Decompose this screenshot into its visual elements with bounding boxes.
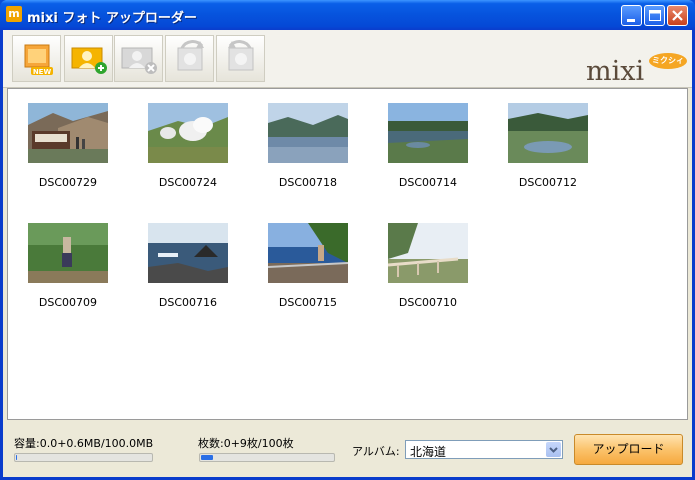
photo-item[interactable]: DSC00710 [378,223,478,319]
uploader-window: m mixi フォト アップローダー NEW mixi ミクシィ DSC0072… [0,0,695,480]
photo-item[interactable]: DSC00712 [498,103,598,199]
rotate-left-button[interactable] [165,35,214,82]
upload-button[interactable]: アップロード [574,434,683,465]
photo-item[interactable]: DSC00718 [258,103,358,199]
rotate-left-icon [177,40,204,71]
maximize-button[interactable] [644,5,665,26]
close-button[interactable] [667,5,688,26]
maximize-icon [649,10,661,21]
add-photo-icon [71,47,107,74]
photo-thumbnail[interactable] [388,103,468,163]
toolbar: NEW mixi ミクシィ [3,30,692,88]
status-bar: 容量:0.0+0.6MB/100.0MB 枚数:0+9枚/100枚 アルバム: … [3,423,692,477]
rotate-right-button[interactable] [216,35,265,82]
album-select-value: 北海道 [410,445,447,459]
capacity-progress-fill [16,455,17,460]
count-progress-fill [201,455,213,460]
new-album-icon: NEW [24,44,53,76]
count-label: 枚数:0+9枚/100枚 [198,437,294,450]
photo-name: DSC00710 [398,296,458,309]
photo-item[interactable]: DSC00724 [138,103,238,199]
close-icon [672,10,683,21]
photo-thumbnail[interactable] [268,223,348,283]
capacity-label: 容量:0.0+0.6MB/100.0MB [14,437,154,450]
album-label: アルバム: [352,445,400,458]
photo-thumbnail[interactable] [508,103,588,163]
mixi-app-icon: m [6,6,22,22]
album-select[interactable]: 北海道 [405,440,563,459]
dropdown-arrow-button[interactable] [546,442,561,457]
photo-item[interactable]: DSC00716 [138,223,238,319]
remove-photo-button[interactable] [114,35,163,82]
logo-badge: ミクシィ [649,53,687,69]
photo-grid[interactable]: DSC00729 DSC00724 DSC00718 DSC00714 DSC0… [7,88,688,420]
minimize-button[interactable] [621,5,642,26]
photo-name: DSC00709 [38,296,98,309]
photo-name: DSC00715 [278,296,338,309]
capacity-progress-bar [14,453,153,462]
photo-item[interactable]: DSC00715 [258,223,358,319]
photo-name: DSC00718 [278,176,338,189]
mixi-logo: mixi ミクシィ [583,50,689,90]
photo-item[interactable]: DSC00729 [18,103,118,199]
chevron-down-icon [549,447,558,453]
photo-thumbnail[interactable] [148,223,228,283]
svg-text:NEW: NEW [33,68,52,76]
photo-thumbnail[interactable] [268,103,348,163]
count-progress-bar [199,453,335,462]
rotate-right-icon [228,40,254,71]
title-bar[interactable]: m mixi フォト アップローダー [0,0,695,30]
window-title: mixi フォト アップローダー [27,11,197,26]
photo-name: DSC00716 [158,296,218,309]
photo-item[interactable]: DSC00709 [18,223,118,319]
remove-photo-icon [121,47,157,74]
minimize-icon [627,19,635,22]
photo-thumbnail[interactable] [28,223,108,283]
photo-name: DSC00714 [398,176,458,189]
add-photo-button[interactable] [64,35,113,82]
photo-thumbnail[interactable] [388,223,468,283]
photo-thumbnail[interactable] [148,103,228,163]
photo-name: DSC00712 [518,176,578,189]
photo-name: DSC00724 [158,176,218,189]
new-album-button[interactable]: NEW [12,35,61,82]
logo-text: mixi [586,56,645,87]
photo-item[interactable]: DSC00714 [378,103,478,199]
photo-thumbnail[interactable] [28,103,108,163]
photo-name: DSC00729 [38,176,98,189]
